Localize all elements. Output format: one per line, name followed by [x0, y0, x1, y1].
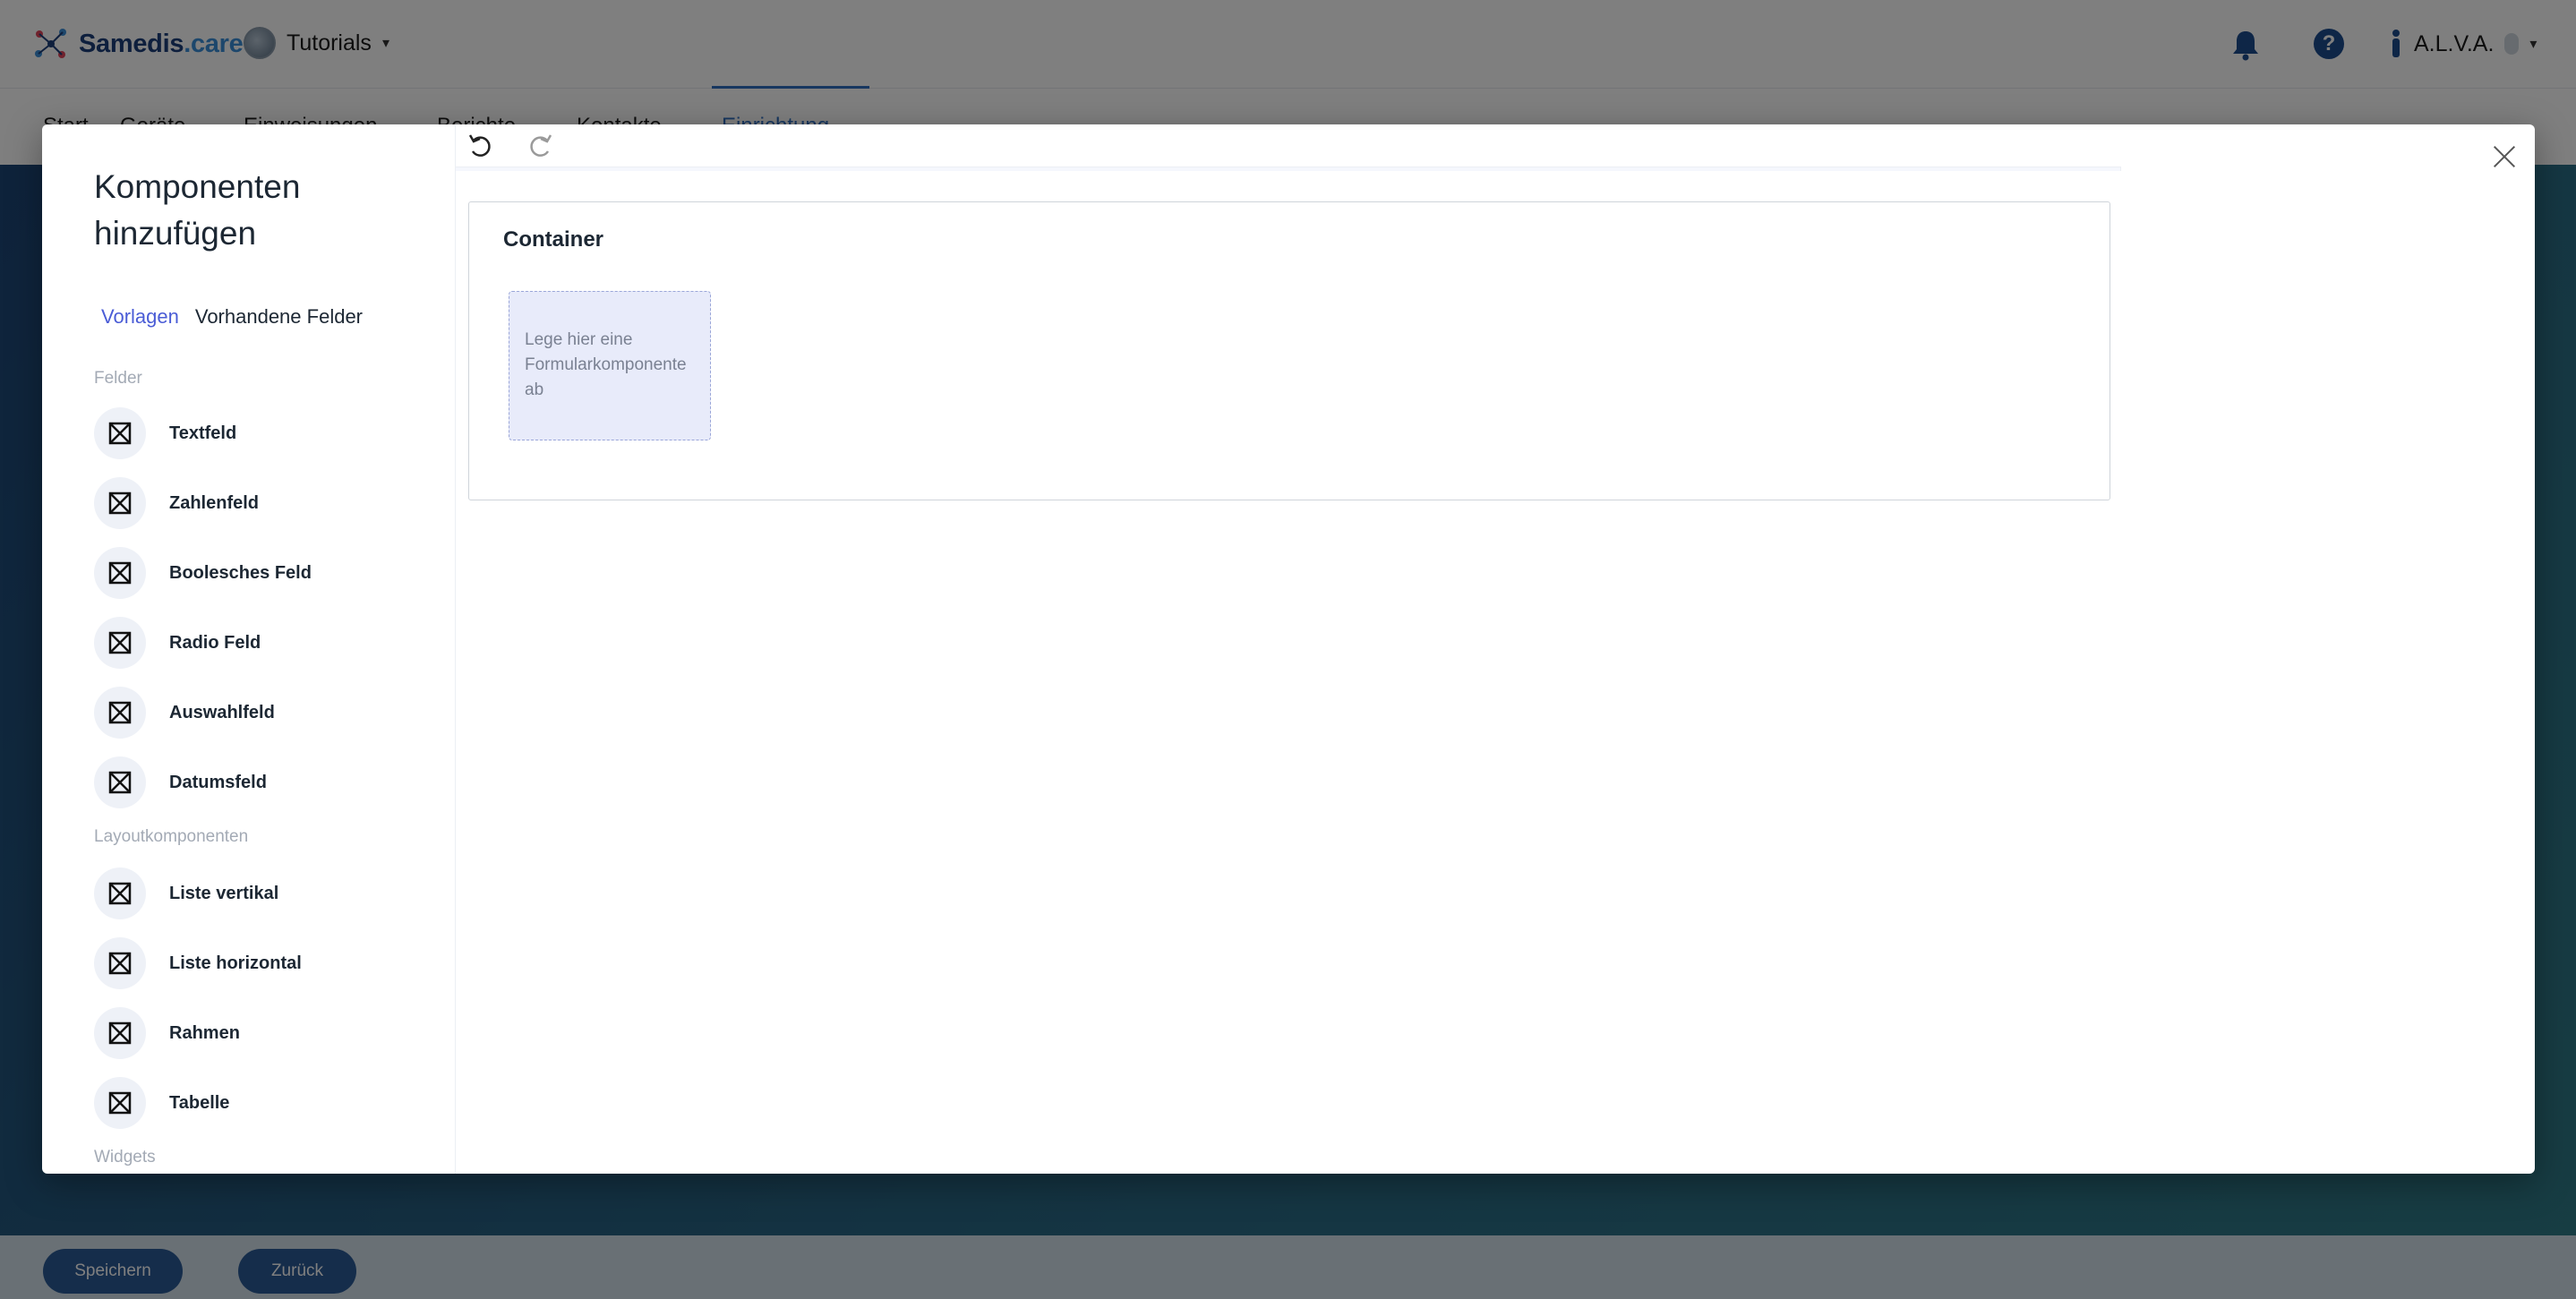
component-textfeld[interactable]: Textfeld — [94, 407, 434, 459]
placeholder-icon — [94, 477, 146, 529]
component-label: Tabelle — [169, 1092, 230, 1113]
component-radio-feld[interactable]: Radio Feld — [94, 617, 434, 669]
component-label: Liste horizontal — [169, 953, 302, 973]
group-label-widgets: Widgets — [94, 1148, 156, 1167]
sidebar-tabs: Vorlagen Vorhandene Felder — [101, 305, 363, 329]
container-title: Container — [503, 227, 604, 252]
form-canvas: Container Lege hier eine Formularkompone… — [456, 171, 2121, 1163]
component-tabelle[interactable]: Tabelle — [94, 1077, 434, 1129]
group-label-felder: Felder — [94, 369, 142, 388]
tab-vorhandene-felder[interactable]: Vorhandene Felder — [195, 305, 363, 329]
component-label: Rahmen — [169, 1022, 240, 1043]
components-sidebar: Komponenten hinzufügen Vorlagen Vorhande… — [42, 124, 456, 1174]
component-label: Datumsfeld — [169, 772, 267, 792]
component-label: Liste vertikal — [169, 883, 279, 903]
placeholder-icon — [94, 1077, 146, 1129]
component-rahmen[interactable]: Rahmen — [94, 1007, 434, 1059]
placeholder-icon — [94, 547, 146, 599]
component-auswahlfeld[interactable]: Auswahlfeld — [94, 687, 434, 739]
builder-toolbar — [456, 124, 2121, 167]
close-icon[interactable] — [2488, 141, 2520, 173]
component-zahlenfeld[interactable]: Zahlenfeld — [94, 477, 434, 529]
group-label-layoutkomponenten: Layoutkomponenten — [94, 827, 249, 846]
component-label: Zahlenfeld — [169, 492, 260, 513]
component-liste-vertikal[interactable]: Liste vertikal — [94, 867, 434, 919]
placeholder-icon — [94, 867, 146, 919]
redo-icon[interactable] — [524, 130, 556, 162]
drop-zone[interactable]: Lege hier eine Formularkomponente ab — [509, 291, 711, 440]
component-label: Boolesches Feld — [169, 562, 312, 583]
placeholder-icon — [94, 407, 146, 459]
component-boolesches-feld[interactable]: Boolesches Feld — [94, 547, 434, 599]
component-label: Auswahlfeld — [169, 702, 275, 722]
container-component[interactable]: Container Lege hier eine Formularkompone… — [468, 201, 2110, 500]
placeholder-icon — [94, 937, 146, 989]
form-builder-area: Container Lege hier eine Formularkompone… — [456, 124, 2121, 1163]
component-datumsfeld[interactable]: Datumsfeld — [94, 756, 434, 808]
undo-icon[interactable] — [465, 130, 497, 162]
component-label: Textfeld — [169, 423, 237, 443]
component-label: Radio Feld — [169, 632, 261, 653]
placeholder-icon — [94, 1007, 146, 1059]
dialog-title: Komponenten hinzufügen — [94, 168, 301, 252]
placeholder-icon — [94, 617, 146, 669]
placeholder-icon — [94, 756, 146, 808]
component-liste-horizontal[interactable]: Liste horizontal — [94, 937, 434, 989]
tab-vorlagen[interactable]: Vorlagen — [101, 305, 179, 329]
placeholder-icon — [94, 687, 146, 739]
add-components-dialog: Komponenten hinzufügen Vorlagen Vorhande… — [42, 124, 2535, 1174]
